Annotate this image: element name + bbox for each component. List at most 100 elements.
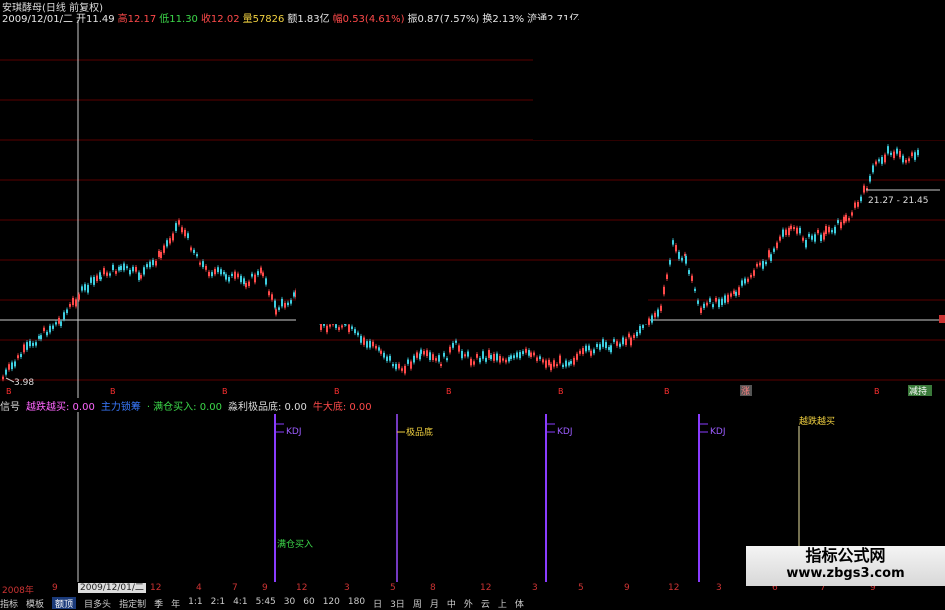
- candle-body: [825, 226, 827, 234]
- candle-body: [23, 344, 25, 353]
- candle-body: [284, 302, 286, 308]
- candle-body: [293, 292, 295, 297]
- candle-body: [890, 152, 892, 155]
- tab-item[interactable]: 外: [464, 597, 473, 610]
- tab-item[interactable]: 30: [284, 597, 295, 609]
- candle-body: [502, 358, 504, 361]
- candle-body: [799, 227, 801, 234]
- candle-body: [223, 271, 225, 275]
- candle-body: [225, 274, 227, 280]
- axis-tick: 8: [430, 583, 436, 593]
- tab-item[interactable]: 指定制: [119, 597, 146, 610]
- candle-body: [573, 357, 575, 365]
- tab-item[interactable]: 2:1: [211, 597, 225, 609]
- tab-item[interactable]: 周: [413, 597, 422, 610]
- candle-body: [828, 226, 830, 233]
- candle-body: [190, 247, 192, 251]
- tab-item[interactable]: 上: [498, 597, 507, 610]
- tab-item[interactable]: 60: [303, 597, 314, 609]
- candle-body: [290, 300, 292, 304]
- candle-body: [72, 297, 74, 306]
- candle-body: [187, 233, 189, 239]
- candle-body: [565, 360, 567, 367]
- tab-active[interactable]: 额顶: [52, 597, 77, 610]
- low-price-label: 3.98: [14, 378, 34, 388]
- candle-body: [596, 343, 598, 348]
- tab-item[interactable]: 180: [348, 597, 365, 609]
- candle-body: [166, 240, 168, 247]
- tab-item[interactable]: 月: [430, 597, 439, 610]
- tab-item[interactable]: 目多头: [84, 597, 111, 610]
- candle-body: [485, 357, 487, 362]
- buy-marker: B: [446, 387, 452, 396]
- axis-year: 2008年: [2, 586, 34, 596]
- candle-body: [452, 342, 454, 348]
- tab-item[interactable]: 日: [373, 597, 382, 610]
- tab-indicator[interactable]: 指标: [0, 597, 18, 610]
- candle-body: [234, 271, 236, 279]
- tab-item[interactable]: 1:1: [188, 597, 202, 609]
- candle-body: [616, 341, 618, 346]
- candle-body: [281, 298, 283, 307]
- candle-body: [744, 278, 746, 284]
- tab-item[interactable]: 4:1: [233, 597, 247, 609]
- tab-item[interactable]: 5:45: [256, 597, 276, 609]
- candle-body: [843, 216, 845, 224]
- candle-body: [366, 341, 368, 348]
- tab-item[interactable]: 季: [154, 597, 163, 610]
- tab-item[interactable]: 中: [447, 597, 456, 610]
- candle-body: [155, 260, 157, 266]
- candle-body: [805, 239, 807, 248]
- candle-body: [426, 350, 428, 356]
- tab-item[interactable]: 年: [171, 597, 180, 610]
- candle-body: [608, 347, 610, 350]
- candle-body: [143, 267, 145, 275]
- candle-body: [257, 271, 259, 276]
- candle-body: [681, 257, 683, 261]
- price-chart[interactable]: 21.27 - 21.45 3.98 B B B B B B B B 涨 减持: [0, 20, 945, 398]
- signal-yuedie: 越跌越买: 0.00: [26, 401, 95, 413]
- candle-body: [449, 346, 451, 353]
- candle-body: [854, 202, 856, 208]
- candle-body: [820, 234, 822, 241]
- tab-item[interactable]: 3日: [390, 597, 405, 610]
- candle-body: [837, 220, 839, 224]
- tab-item[interactable]: 120: [323, 597, 340, 609]
- candle-body: [840, 222, 842, 229]
- candle-body: [360, 335, 362, 343]
- candle-body: [123, 263, 125, 271]
- candle-body: [20, 353, 22, 358]
- candle-body: [669, 259, 671, 265]
- candle-body: [115, 270, 117, 274]
- candle-body: [814, 234, 816, 242]
- candle-body: [848, 218, 850, 221]
- tab-item[interactable]: 云: [481, 597, 490, 610]
- tab-item[interactable]: 体: [515, 597, 524, 610]
- candle-body: [52, 325, 54, 329]
- candle-body: [214, 268, 216, 275]
- candle-body: [109, 273, 111, 276]
- candle-body: [208, 271, 210, 277]
- candle-body: [493, 353, 495, 361]
- candle-body: [5, 369, 7, 375]
- candle-body: [175, 223, 177, 231]
- candle-body: [610, 345, 612, 353]
- candle-body: [240, 275, 242, 283]
- candle-body: [158, 250, 160, 257]
- candle-body: [163, 245, 165, 253]
- tab-template[interactable]: 模板: [26, 597, 44, 610]
- candle-body: [100, 277, 102, 280]
- candle-body: [860, 196, 862, 202]
- signal-zhuli: 主力锁筹: [100, 401, 141, 413]
- candle-body: [657, 309, 659, 317]
- candle-body: [378, 347, 380, 351]
- candle-body: [556, 364, 558, 367]
- candle-body: [93, 276, 95, 285]
- axis-tick: 3: [716, 583, 722, 593]
- candle-body: [878, 159, 880, 162]
- candle-body: [727, 294, 729, 303]
- candle-body: [251, 273, 253, 277]
- candle-body: [899, 150, 901, 158]
- candle-body: [579, 350, 581, 354]
- axis-tick: 12: [480, 583, 492, 593]
